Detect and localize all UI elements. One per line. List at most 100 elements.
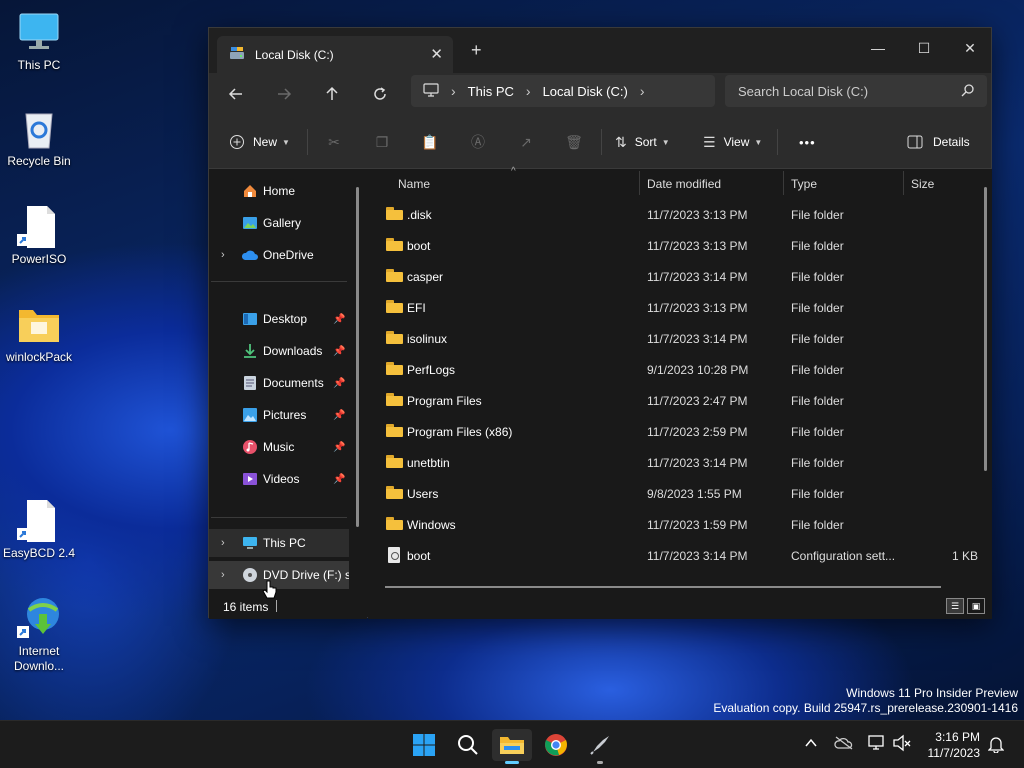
table-row[interactable]: Program Files 11/7/2023 2:47 PM File folde… [376,385,976,416]
back-button[interactable] [221,80,251,108]
pin-icon[interactable]: 📌 [333,346,345,357]
nav-item-videos[interactable]: Videos 📌 [209,465,349,493]
breadcrumb-this-pc[interactable]: This PC [468,84,514,99]
pin-icon[interactable]: 📌 [333,410,345,421]
desktop-icon-easybcd[interactable]: EasyBCD 2.4 [1,498,77,561]
chrome-taskbar-button[interactable] [536,729,576,761]
column-header-type[interactable]: Type [783,169,903,199]
chevron-right-icon[interactable]: › [221,569,225,581]
nav-item-this-pc[interactable]: › This PC [209,529,349,557]
folder-icon [386,207,403,220]
nav-item-onedrive[interactable]: › OneDrive [209,241,349,269]
pin-icon[interactable]: 📌 [333,314,345,325]
desktop-icon-recycle-bin[interactable]: Recycle Bin [1,106,77,169]
nav-item-music[interactable]: Music 📌 [209,433,349,461]
file-list: Name ^ Date modified Type Size .disk 11/7… [368,166,992,619]
file-list-scrollbar[interactable] [984,187,987,471]
cell-date: 11/7/2023 3:13 PM [647,238,748,253]
chevron-up-icon [805,738,817,747]
sort-button[interactable]: ⇅ Sort ▼ [615,130,670,154]
delete-icon[interactable]: 🗑 [562,130,586,154]
details-pane-button[interactable]: Details [907,130,970,154]
cell-type: File folder [791,517,844,532]
chevron-right-icon[interactable]: › [221,537,225,549]
new-tab-button[interactable]: + [471,40,482,61]
nav-item-home[interactable]: Home [209,177,349,205]
paste-icon[interactable]: 📋 [418,130,442,154]
desktop-icon-internet-download[interactable]: Internet Downlo... [1,596,77,674]
chevron-right-icon[interactable]: › [451,83,456,99]
horizontal-scrollbar[interactable] [385,586,941,588]
cut-icon[interactable]: ✂ [322,130,346,154]
rename-icon[interactable]: Ⓐ [466,130,490,154]
table-row[interactable]: EFI 11/7/2023 3:13 PM File folder [376,292,976,323]
minimize-button[interactable]: — [855,34,901,62]
new-button[interactable]: New ▼ [229,130,290,154]
table-row[interactable]: unetbtin 11/7/2023 3:14 PM File folder [376,447,976,478]
table-row[interactable]: Users 9/8/2023 1:55 PM File folder [376,478,976,509]
column-header-date[interactable]: Date modified [639,169,783,199]
share-icon[interactable]: ↗ [514,130,538,154]
cell-size: 1 KB [951,548,978,563]
folder-icon [386,455,403,468]
network-tray-icon[interactable] [866,734,886,755]
close-tab-icon[interactable]: ✕ [430,45,443,63]
show-hidden-icons-button[interactable] [804,737,818,751]
chevron-right-icon[interactable]: › [221,249,225,261]
app-taskbar-button[interactable] [580,729,620,764]
volume-muted-tray-icon[interactable] [892,734,912,755]
table-row[interactable]: boot 11/7/2023 3:14 PM Configuration sett.… [376,540,978,571]
start-button[interactable] [404,729,444,761]
nav-item-dvd-drive[interactable]: › DVD Drive (F:) sl [209,561,349,589]
nav-item-documents[interactable]: Documents 📌 [209,369,349,397]
notifications-button[interactable] [987,735,1005,756]
breadcrumb-local-disk[interactable]: Local Disk (C:) [543,84,628,99]
column-header-size[interactable]: Size [903,169,983,199]
search-input[interactable]: Search Local Disk (C:) [725,75,987,107]
nav-item-pictures[interactable]: Pictures 📌 [209,401,349,429]
details-view-icon[interactable]: ☰ [946,598,964,614]
folder-icon [386,393,403,406]
desktop-icon-label: PowerISO [11,252,67,266]
file-explorer-window: Local Disk (C:) ✕ + — ☐ ✕ › This PC › Lo… [208,27,993,619]
desktop-icon-label: This PC [17,58,61,72]
nav-item-gallery[interactable]: Gallery [209,209,349,237]
table-row[interactable]: Windows 11/7/2023 1:59 PM File folder [376,509,976,540]
tiles-view-icon[interactable]: ▣ [967,598,985,614]
table-row[interactable]: isolinux 11/7/2023 3:14 PM File folder [376,323,976,354]
table-row[interactable]: PerfLogs 9/1/2023 10:28 PM File folder [376,354,976,385]
desktop-icon-label: winlockPack [5,350,73,364]
cell-name: casper [407,269,444,284]
pin-icon[interactable]: 📌 [333,378,345,389]
more-options-button[interactable]: ••• [799,130,816,154]
tab-local-disk[interactable]: Local Disk (C:) ✕ [217,36,453,73]
forward-button[interactable] [269,80,299,108]
pin-icon[interactable]: 📌 [333,442,345,453]
file-explorer-taskbar-button[interactable] [492,729,532,764]
up-button[interactable] [317,80,347,108]
chevron-right-icon[interactable]: › [640,83,645,99]
close-window-button[interactable]: ✕ [947,34,993,62]
system-clock[interactable]: 3:16 PM 11/7/2023 [928,729,981,761]
cell-name: PerfLogs [407,362,456,377]
copy-icon[interactable]: ❐ [370,130,394,154]
table-row[interactable]: casper 11/7/2023 3:14 PM File folder [376,261,976,292]
refresh-button[interactable] [365,80,395,108]
view-button[interactable]: ☰ View ▼ [703,130,762,154]
address-bar[interactable]: › This PC › Local Disk (C:) › [411,75,715,107]
nav-scrollbar[interactable] [356,187,359,527]
desktop-icon-this-pc[interactable]: This PC [1,10,77,73]
desktop-icon-winlockpack[interactable]: winlockPack [1,302,77,365]
table-row[interactable]: Program Files (x86) 11/7/2023 2:59 PM File… [376,416,976,447]
maximize-button[interactable]: ☐ [901,34,947,62]
desktop-icon-poweriso[interactable]: PowerISO [1,204,77,267]
nav-item-desktop[interactable]: Desktop 📌 [209,305,349,333]
pin-icon[interactable]: 📌 [333,474,345,485]
table-row[interactable]: boot 11/7/2023 3:13 PM File folder [376,230,976,261]
chevron-down-icon: ▼ [661,137,670,147]
search-button[interactable] [448,729,488,761]
table-row[interactable]: .disk 11/7/2023 3:13 PM File folder [376,199,976,230]
chevron-right-icon[interactable]: › [526,83,531,99]
onedrive-tray-icon[interactable] [834,736,854,753]
nav-item-downloads[interactable]: Downloads 📌 [209,337,349,365]
